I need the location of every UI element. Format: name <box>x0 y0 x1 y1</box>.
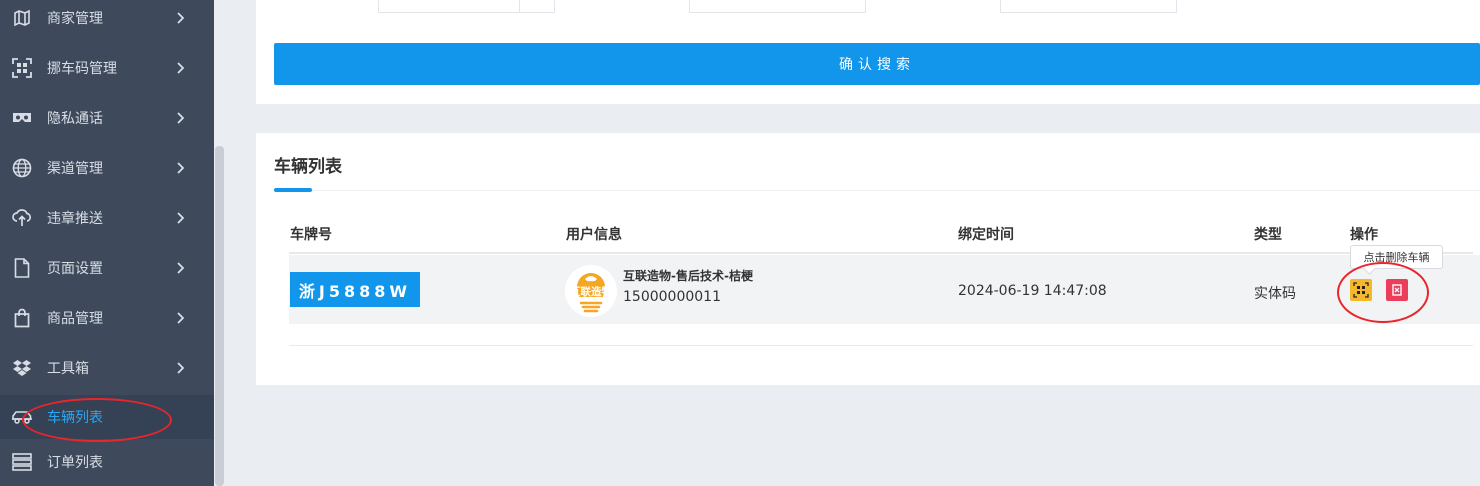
vr-glasses-icon <box>11 107 33 129</box>
table-header-divider <box>289 252 1473 254</box>
table-bottom-divider <box>289 345 1473 346</box>
sidebar-scrollbar[interactable] <box>215 146 224 486</box>
filter-label-fragment <box>274 0 288 6</box>
chevron-right-icon <box>175 162 187 174</box>
sidebar-item-label: 商品管理 <box>47 311 103 327</box>
sidebar-item-page-settings[interactable]: 页面设置 <box>0 246 214 290</box>
license-plate: 浙J5888W <box>290 272 420 307</box>
filter-select-input[interactable] <box>378 0 520 13</box>
chevron-right-icon <box>175 312 187 324</box>
sidebar-item-violation-push[interactable]: 违章推送 <box>0 196 214 240</box>
sidebar-item-label: 商家管理 <box>47 11 103 27</box>
filter-select-toggle[interactable] <box>519 0 555 13</box>
sidebar-item-label: 隐私通话 <box>47 111 103 127</box>
sidebar-item-label: 违章推送 <box>47 211 103 227</box>
list-icon <box>11 451 33 473</box>
sidebar-item-privacy-call[interactable]: 隐私通话 <box>0 96 214 140</box>
confirm-search-button[interactable]: 确认搜索 <box>274 43 1480 85</box>
chevron-right-icon <box>175 262 187 274</box>
avatar: 互联造物 <box>565 265 617 317</box>
dropbox-icon <box>11 357 33 379</box>
sidebar-item-label: 订单列表 <box>47 455 103 471</box>
page-title: 车辆列表 <box>274 157 342 177</box>
cloud-upload-icon <box>11 207 33 229</box>
column-header-bind-time: 绑定时间 <box>958 227 1014 243</box>
sidebar-item-channel[interactable]: 渠道管理 <box>0 146 214 190</box>
column-header-user-info: 用户信息 <box>566 227 622 243</box>
sidebar-item-toolbox[interactable]: 工具箱 <box>0 346 214 390</box>
globe-icon <box>11 157 33 179</box>
title-accent-bar <box>274 188 312 192</box>
filter-input-2[interactable] <box>689 0 866 13</box>
avatar-logo-text: 互联造物 <box>570 285 612 298</box>
bind-time: 2024-06-19 14:47:08 <box>958 283 1107 299</box>
chevron-right-icon <box>175 62 187 74</box>
table-row <box>289 255 1480 324</box>
chevron-right-icon <box>175 212 187 224</box>
user-name: 互联造物-售后技术-桔梗 <box>623 269 753 283</box>
sidebar-item-product[interactable]: 商品管理 <box>0 296 214 340</box>
title-divider <box>274 190 1480 191</box>
user-phone: 15000000011 <box>623 289 721 305</box>
column-header-type: 类型 <box>1254 227 1282 243</box>
sidebar-item-merchant[interactable]: 商家管理 <box>0 0 214 40</box>
sidebar-item-order-list[interactable]: 订单列表 <box>0 440 214 484</box>
sidebar-item-label: 渠道管理 <box>47 161 103 177</box>
sidebar-item-move-car-code[interactable]: 挪车码管理 <box>0 46 214 90</box>
sidebar-item-label: 页面设置 <box>47 261 103 277</box>
sidebar-item-label: 挪车码管理 <box>47 61 117 77</box>
map-icon <box>11 7 33 29</box>
chevron-right-icon <box>175 12 187 24</box>
column-header-actions: 操作 <box>1350 227 1378 243</box>
annotation-circle-actions <box>1337 262 1429 323</box>
chevron-right-icon <box>175 112 187 124</box>
chevron-right-icon <box>175 362 187 374</box>
vehicle-type: 实体码 <box>1254 286 1296 302</box>
column-header-plate: 车牌号 <box>290 227 332 243</box>
filter-input-3[interactable] <box>1000 0 1177 13</box>
file-icon <box>11 257 33 279</box>
sidebar-item-label: 工具箱 <box>47 361 89 377</box>
annotation-circle-sidebar <box>22 398 172 442</box>
qrcode-scan-icon <box>11 57 33 79</box>
shopping-bag-icon <box>11 307 33 329</box>
